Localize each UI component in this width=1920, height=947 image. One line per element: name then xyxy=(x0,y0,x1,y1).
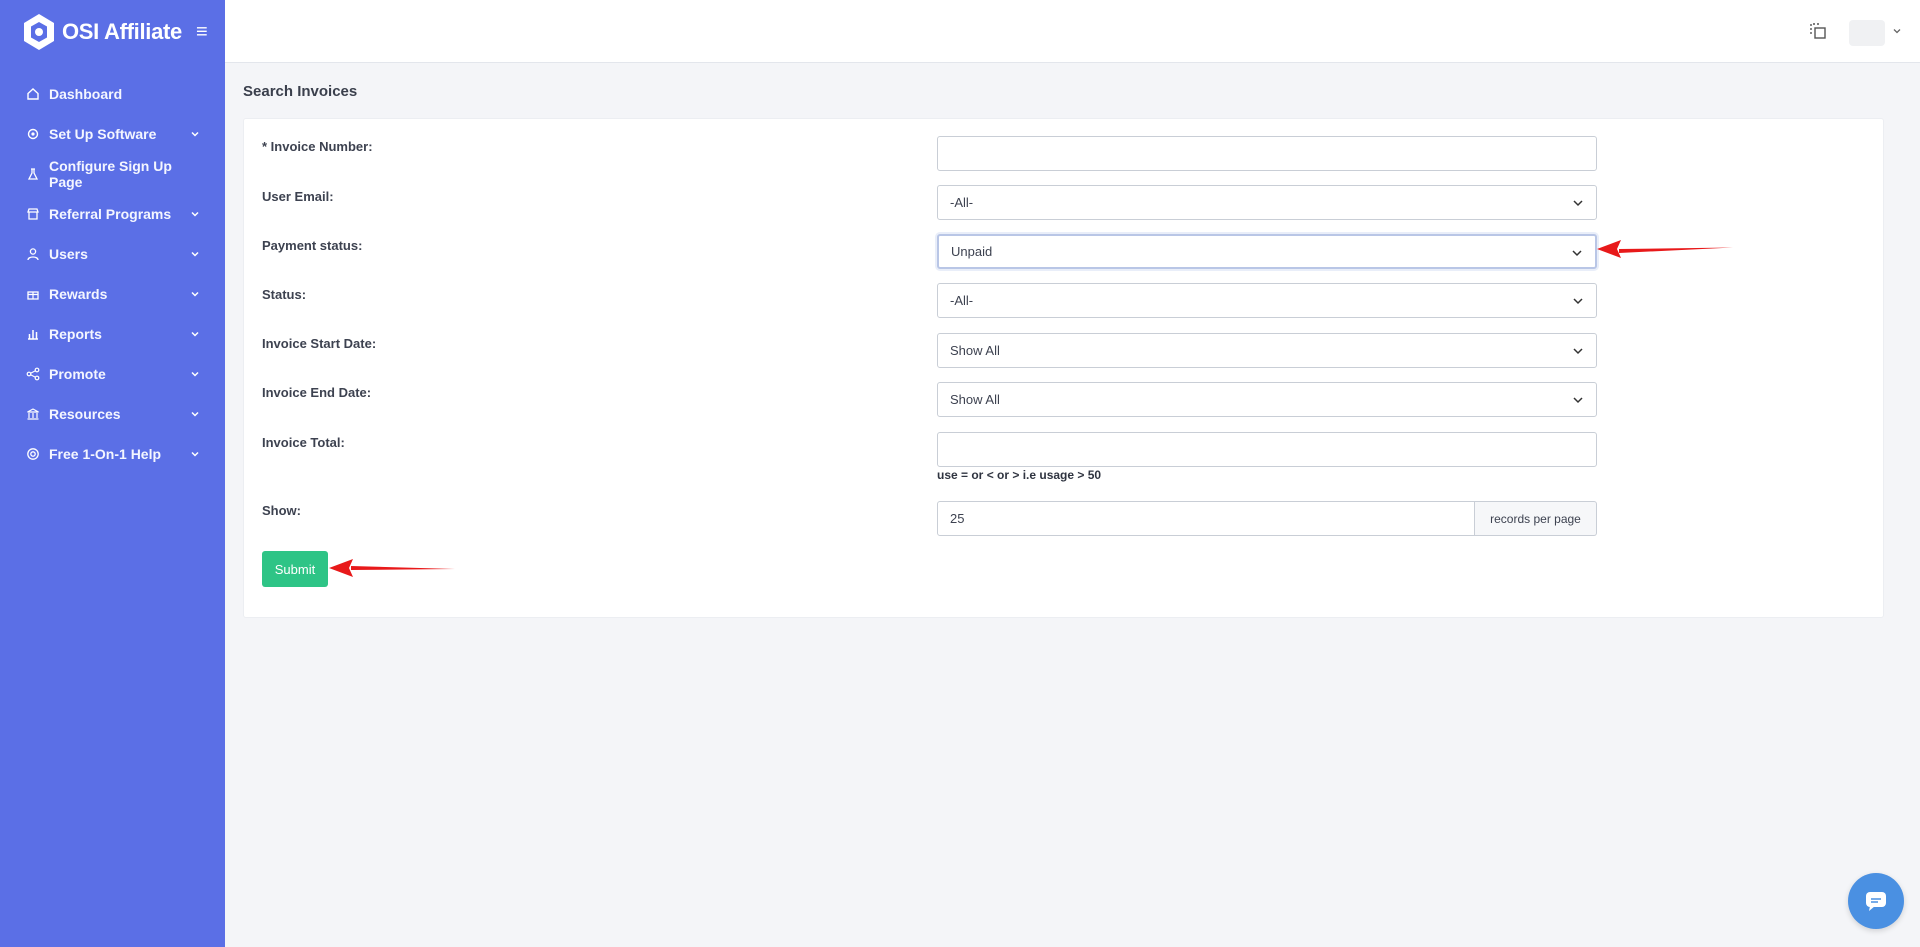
payment-status-label: Payment status: xyxy=(262,238,363,253)
sidebar-item-reports[interactable]: Reports xyxy=(0,314,225,354)
sidebar: OSI Affiliate ≡ Dashboard Set Up Softwar… xyxy=(0,0,225,947)
user-email-label: User Email: xyxy=(262,189,334,204)
chevron-down-icon xyxy=(191,291,199,297)
flask-icon xyxy=(25,166,41,182)
sidebar-item-resources[interactable]: Resources xyxy=(0,394,225,434)
bank-icon xyxy=(25,406,41,422)
user-email-value: -All- xyxy=(950,195,974,210)
gear-icon xyxy=(25,126,41,142)
sidebar-item-label: Free 1-On-1 Help xyxy=(49,446,162,462)
annotation-arrow-submit xyxy=(329,559,455,577)
chat-button[interactable] xyxy=(1848,873,1904,929)
chevron-down-icon xyxy=(1573,397,1583,404)
invoice-start-date-select[interactable]: Show All xyxy=(937,333,1597,368)
chevron-down-icon xyxy=(191,371,199,377)
records-per-page-group: 25 records per page xyxy=(937,501,1597,536)
invoice-end-date-select[interactable]: Show All xyxy=(937,382,1597,417)
search-form-card: * Invoice Number: User Email: -All- Paym… xyxy=(243,118,1884,618)
chevron-down-icon xyxy=(191,331,199,337)
sidebar-item-label: Users xyxy=(49,246,88,262)
chevron-down-icon xyxy=(1573,200,1583,207)
sidebar-item-label: Referral Programs xyxy=(49,206,172,222)
copy-icon[interactable] xyxy=(1809,22,1827,40)
sidebar-item-configure-sign-up-page[interactable]: Configure Sign Up Page xyxy=(0,154,225,194)
sidebar-item-label: Resources xyxy=(49,406,121,422)
sidebar-item-dashboard[interactable]: Dashboard xyxy=(0,74,225,114)
show-label: Show: xyxy=(262,503,301,518)
sidebar-item-label: Configure Sign Up Page xyxy=(49,158,172,190)
records-per-page-value: 25 xyxy=(950,511,965,526)
sidebar-item-label: Rewards xyxy=(49,286,108,302)
chevron-down-icon xyxy=(191,451,199,457)
sidebar-item-label: Promote xyxy=(49,366,106,382)
chevron-down-icon xyxy=(1573,298,1583,305)
status-value: -All- xyxy=(950,293,974,308)
invoice-number-label: * Invoice Number: xyxy=(262,139,373,154)
chevron-down-icon[interactable] xyxy=(1892,26,1902,36)
chevron-down-icon xyxy=(1572,250,1582,257)
user-icon xyxy=(25,246,41,262)
chevron-down-icon xyxy=(191,411,199,417)
sidebar-item-set-up-software[interactable]: Set Up Software xyxy=(0,114,225,154)
sidebar-item-label: Reports xyxy=(49,326,102,342)
payment-status-select[interactable]: Unpaid xyxy=(937,234,1597,269)
invoice-total-label: Invoice Total: xyxy=(262,435,345,450)
invoice-start-date-value: Show All xyxy=(950,343,1000,358)
records-per-page-input[interactable]: 25 xyxy=(937,501,1475,536)
brand: OSI Affiliate ≡ xyxy=(0,0,225,64)
chevron-down-icon xyxy=(191,131,199,137)
hamburger-menu-icon[interactable]: ≡ xyxy=(196,22,208,42)
topbar xyxy=(225,0,1920,63)
annotation-arrow-payment-status xyxy=(1597,240,1733,258)
records-per-page-addon: records per page xyxy=(1475,501,1597,536)
payment-status-value: Unpaid xyxy=(951,244,993,259)
share-icon xyxy=(25,366,41,382)
invoice-end-date-value: Show All xyxy=(950,392,1000,407)
sidebar-item-label: Dashboard xyxy=(49,86,123,102)
chevron-down-icon xyxy=(191,251,199,257)
sidebar-item-rewards[interactable]: Rewards xyxy=(0,274,225,314)
sidebar-item-free-help[interactable]: Free 1-On-1 Help xyxy=(0,434,225,474)
sidebar-item-label: Set Up Software xyxy=(49,126,157,142)
sidebar-item-referral-programs[interactable]: Referral Programs xyxy=(0,194,225,234)
chevron-down-icon xyxy=(1573,348,1583,355)
invoice-number-input[interactable] xyxy=(937,136,1597,171)
brand-name: OSI Affiliate xyxy=(62,19,182,44)
user-email-select[interactable]: -All- xyxy=(937,185,1597,220)
chart-icon xyxy=(25,326,41,342)
status-label: Status: xyxy=(262,287,307,302)
invoice-total-hint: use = or < or > i.e usage > 50 xyxy=(937,468,1102,482)
lifebuoy-icon xyxy=(25,446,41,462)
sidebar-nav: Dashboard Set Up Software Configure Sign… xyxy=(0,74,225,474)
invoice-end-date-label: Invoice End Date: xyxy=(262,385,372,400)
sidebar-item-users[interactable]: Users xyxy=(0,234,225,274)
submit-button[interactable]: Submit xyxy=(262,551,328,587)
gift-icon xyxy=(25,286,41,302)
page-title: Search Invoices xyxy=(243,83,358,100)
chat-icon xyxy=(1866,892,1886,911)
logo-icon xyxy=(24,14,54,50)
chevron-down-icon xyxy=(191,211,199,217)
sidebar-item-promote[interactable]: Promote xyxy=(0,354,225,394)
invoice-total-input[interactable] xyxy=(937,432,1597,467)
avatar[interactable] xyxy=(1849,20,1885,46)
home-icon xyxy=(25,86,41,102)
status-select[interactable]: -All- xyxy=(937,283,1597,318)
store-icon xyxy=(25,206,41,222)
invoice-start-date-label: Invoice Start Date: xyxy=(262,336,377,351)
